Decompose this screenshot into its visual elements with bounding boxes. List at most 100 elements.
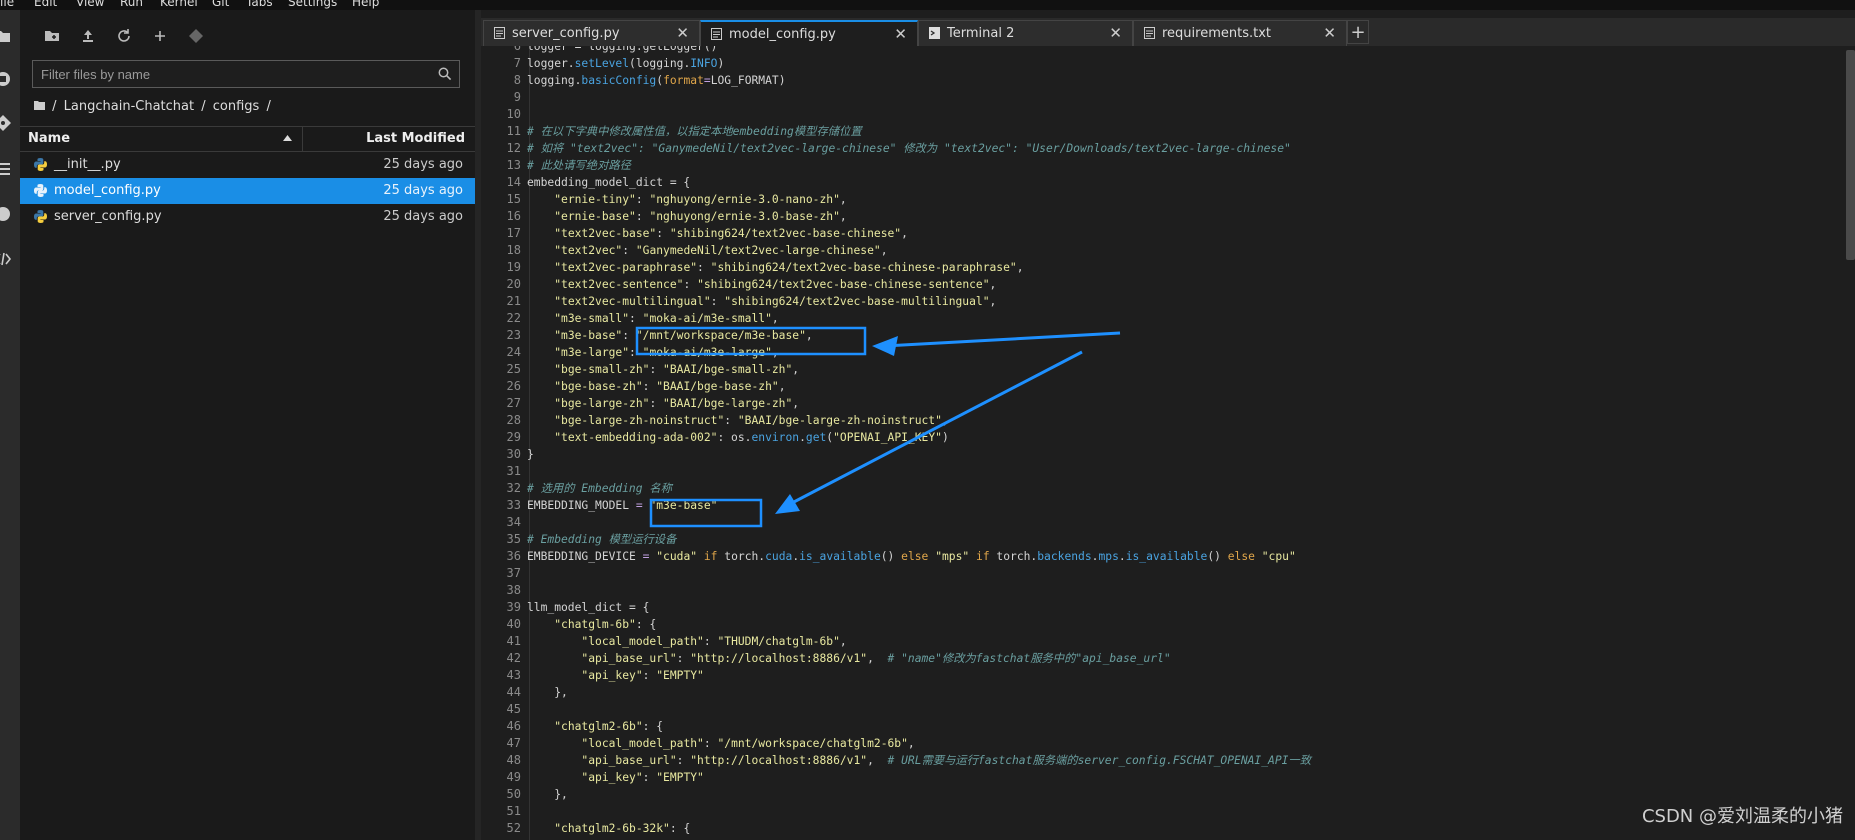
running-icon[interactable] [0, 70, 12, 88]
code-token: # 选用的 Embedding 名称 [527, 482, 672, 495]
add-tab-button[interactable]: + [1347, 20, 1369, 44]
new-folder-icon[interactable] [42, 28, 62, 48]
file-browser: / Langchain-Chatchat / configs / Name La… [20, 10, 476, 840]
code-icon[interactable] [0, 250, 12, 268]
code-line[interactable]: "chatglm2-6b-32k": { [527, 820, 690, 837]
refresh-icon[interactable] [114, 28, 134, 48]
code-line[interactable]: logger.setLevel(logging.INFO) [527, 55, 724, 72]
line-number: 22 [506, 311, 521, 325]
code-line[interactable]: "chatglm-6b": { [527, 616, 656, 633]
column-name[interactable]: Name [28, 131, 70, 146]
line-number: 14 [506, 175, 521, 189]
close-icon[interactable]: ✕ [676, 24, 689, 42]
code-line[interactable]: }, [527, 786, 568, 803]
code-line[interactable]: "text2vec-paraphrase": "shibing624/text2… [527, 259, 1023, 276]
file-row[interactable]: server_config.py 25 days ago [20, 204, 475, 230]
tab-bar: server_config.py ✕ model_config.py ✕ Ter… [481, 18, 1855, 46]
menu-file[interactable]: File [0, 0, 14, 9]
code-line[interactable]: "api_key": "EMPTY" [527, 667, 703, 684]
menu-tabs[interactable]: Tabs [246, 0, 273, 9]
code-line[interactable]: "chatglm2-6b": { [527, 718, 663, 735]
menu-settings[interactable]: Settings [288, 0, 337, 9]
code-token: "EMPTY" [656, 771, 704, 784]
file-row-selected[interactable]: model_config.py 25 days ago [20, 178, 475, 204]
code-token: "moka-ai/m3e-small" [642, 312, 772, 325]
tab-model-config[interactable]: model_config.py ✕ [700, 20, 918, 46]
menu-git[interactable]: Git [212, 0, 229, 9]
code-token: backends [1037, 550, 1092, 563]
code-token: "api_base_url" [581, 754, 677, 767]
code-editor[interactable]: 6 7 8 9 10 11 12 13 14 15 16 17 18 19 20 21 22 23 24 25 26 27… [481, 46, 1855, 840]
code-line[interactable]: logging.basicConfig(format=LOG_FORMAT) [527, 72, 786, 89]
filter-input[interactable] [41, 65, 421, 83]
close-icon[interactable]: ✕ [894, 25, 907, 43]
code-line[interactable]: "m3e-large": "moka-ai/m3e-large", [527, 344, 778, 361]
code-token: "bge-base-zh" [554, 380, 643, 393]
file-row[interactable]: __init__.py 25 days ago [20, 152, 475, 178]
code-line[interactable]: "bge-base-zh": "BAAI/bge-base-zh", [527, 378, 785, 395]
menu-help[interactable]: Help [352, 0, 379, 9]
code-line[interactable]: "bge-small-zh": "BAAI/bge-small-zh", [527, 361, 799, 378]
code-token: } [527, 448, 534, 461]
column-divider [302, 127, 303, 151]
code-line[interactable]: "bge-large-zh-noinstruct": "BAAI/bge-lar… [527, 412, 949, 429]
folder-icon[interactable] [0, 27, 12, 45]
code-line[interactable]: } [527, 446, 534, 463]
code-line[interactable]: # 在以下字典中修改属性值，以指定本地embedding模型存储位置 [527, 123, 862, 140]
breadcrumb-configs[interactable]: configs [213, 99, 260, 114]
tab-terminal[interactable]: Terminal 2 ✕ [918, 20, 1133, 46]
code-line[interactable]: "ernie-base": "nghuyong/ernie-3.0-base-z… [527, 208, 846, 225]
breadcrumb-root[interactable]: / [52, 99, 56, 114]
database-icon[interactable] [0, 205, 12, 223]
editor-scrollbar[interactable] [1846, 50, 1855, 260]
new-file-icon[interactable] [150, 28, 170, 48]
git-icon[interactable] [0, 114, 12, 132]
code-line[interactable]: # 如将 "text2vec": "GanymedeNil/text2vec-l… [527, 140, 1291, 157]
git-clone-icon[interactable] [186, 28, 206, 48]
code-line[interactable]: "m3e-small": "moka-ai/m3e-small", [527, 310, 778, 327]
code-line[interactable]: "text2vec-base": "shibing624/text2vec-ba… [527, 225, 908, 242]
code-line[interactable]: "ernie-tiny": "nghuyong/ernie-3.0-nano-z… [527, 191, 846, 208]
code-line[interactable]: "text-embedding-ada-002": os.environ.get… [527, 429, 949, 446]
code-line[interactable]: }, [527, 684, 568, 701]
code-line[interactable]: EMBEDDING_MODEL = "m3e-base" [527, 497, 717, 514]
sort-ascending-icon[interactable] [283, 135, 292, 141]
column-last-modified[interactable]: Last Modified [366, 131, 465, 146]
code-line[interactable]: # 此处请写绝对路径 [527, 157, 631, 174]
menu-view[interactable]: View [76, 0, 104, 9]
code-line[interactable]: embedding_model_dict = { [527, 174, 690, 191]
close-icon[interactable]: ✕ [1109, 24, 1122, 42]
close-icon[interactable]: ✕ [1323, 24, 1336, 42]
code-line[interactable]: "text2vec-sentence": "shibing624/text2ve… [527, 276, 996, 293]
code-token: : [703, 737, 718, 750]
breadcrumb-langchain[interactable]: Langchain-Chatchat [64, 99, 194, 114]
code-token: : [649, 363, 664, 376]
toc-icon[interactable] [0, 160, 12, 178]
code-token: "nghuyong/ernie-3.0-nano-zh" [649, 193, 840, 206]
tab-server-config[interactable]: server_config.py ✕ [483, 20, 700, 46]
menu-run[interactable]: Run [120, 0, 143, 9]
upload-icon[interactable] [78, 28, 98, 48]
code-token: "BAAI/bge-small-zh" [663, 363, 793, 376]
code-line[interactable]: # 选用的 Embedding 名称 [527, 480, 672, 497]
code-line[interactable]: "api_base_url": "http://localhost:8886/v… [527, 752, 1311, 769]
code-line[interactable]: "bge-large-zh": "BAAI/bge-large-zh", [527, 395, 799, 412]
menu-edit[interactable]: Edit [34, 0, 57, 9]
code-line[interactable]: # Embedding 模型运行设备 [527, 531, 676, 548]
code-line[interactable]: llm_model_dict = { [527, 599, 649, 616]
line-number: 40 [506, 617, 521, 631]
code-line[interactable]: "text2vec-multilingual": "shibing624/tex… [527, 293, 996, 310]
code-line[interactable]: logger = logging.getLogger() [527, 46, 717, 55]
menu-kernel[interactable]: Kernel [160, 0, 198, 9]
code-line[interactable]: "text2vec": "GanymedeNil/text2vec-large-… [527, 242, 887, 259]
code-line[interactable]: "api_base_url": "http://localhost:8886/v… [527, 650, 1170, 667]
code-line[interactable]: "api_key": "EMPTY" [527, 769, 704, 786]
code-line[interactable]: "local_model_path": "/mnt/workspace/chat… [527, 735, 914, 752]
line-number: 37 [506, 566, 521, 580]
tab-requirements[interactable]: requirements.txt ✕ [1133, 20, 1347, 46]
code-line[interactable]: "m3e-base": "/mnt/workspace/m3e-base", [527, 327, 812, 344]
code-line[interactable]: EMBEDDING_DEVICE = "cuda" if torch.cuda.… [527, 548, 1296, 565]
code-line[interactable]: "local_model_path": "THUDM/chatglm-6b", [527, 633, 846, 650]
